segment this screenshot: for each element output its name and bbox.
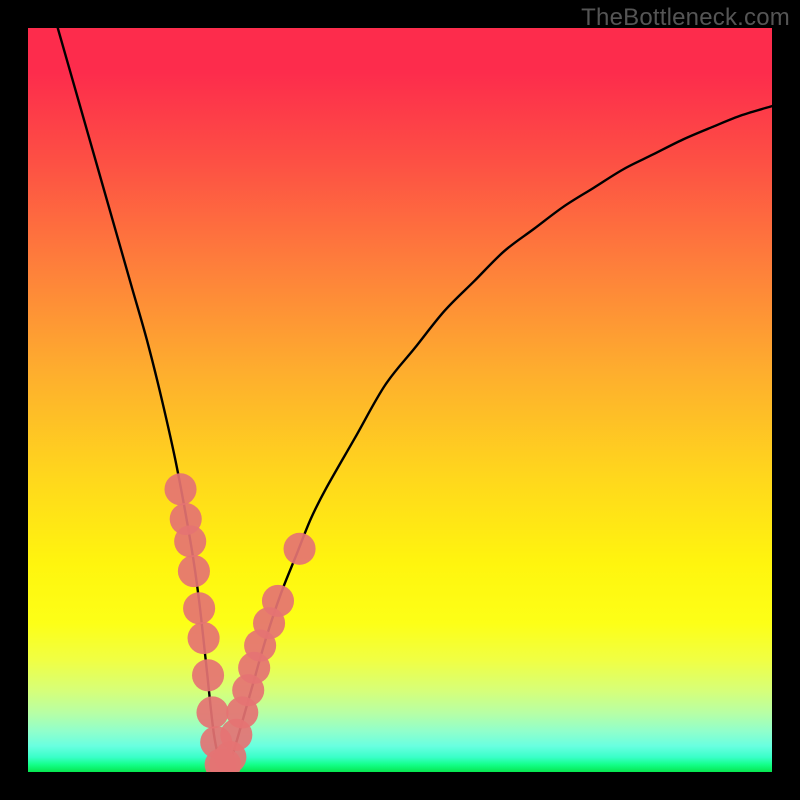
chart-frame: TheBottleneck.com <box>0 0 800 800</box>
highlight-dot <box>196 696 228 728</box>
marker-group <box>164 473 315 772</box>
highlight-dot <box>183 592 215 624</box>
curve-svg <box>28 28 772 772</box>
highlight-dot <box>164 473 196 505</box>
highlight-dot <box>188 622 220 654</box>
highlight-dot <box>178 555 210 587</box>
highlight-dot <box>284 533 316 565</box>
highlight-dot <box>262 585 294 617</box>
curve-group <box>58 28 772 768</box>
highlight-dot <box>174 525 206 557</box>
highlight-dot <box>192 659 224 691</box>
watermark-text: TheBottleneck.com <box>581 4 790 32</box>
plot-area <box>28 28 772 772</box>
bottleneck-curve <box>58 28 772 768</box>
